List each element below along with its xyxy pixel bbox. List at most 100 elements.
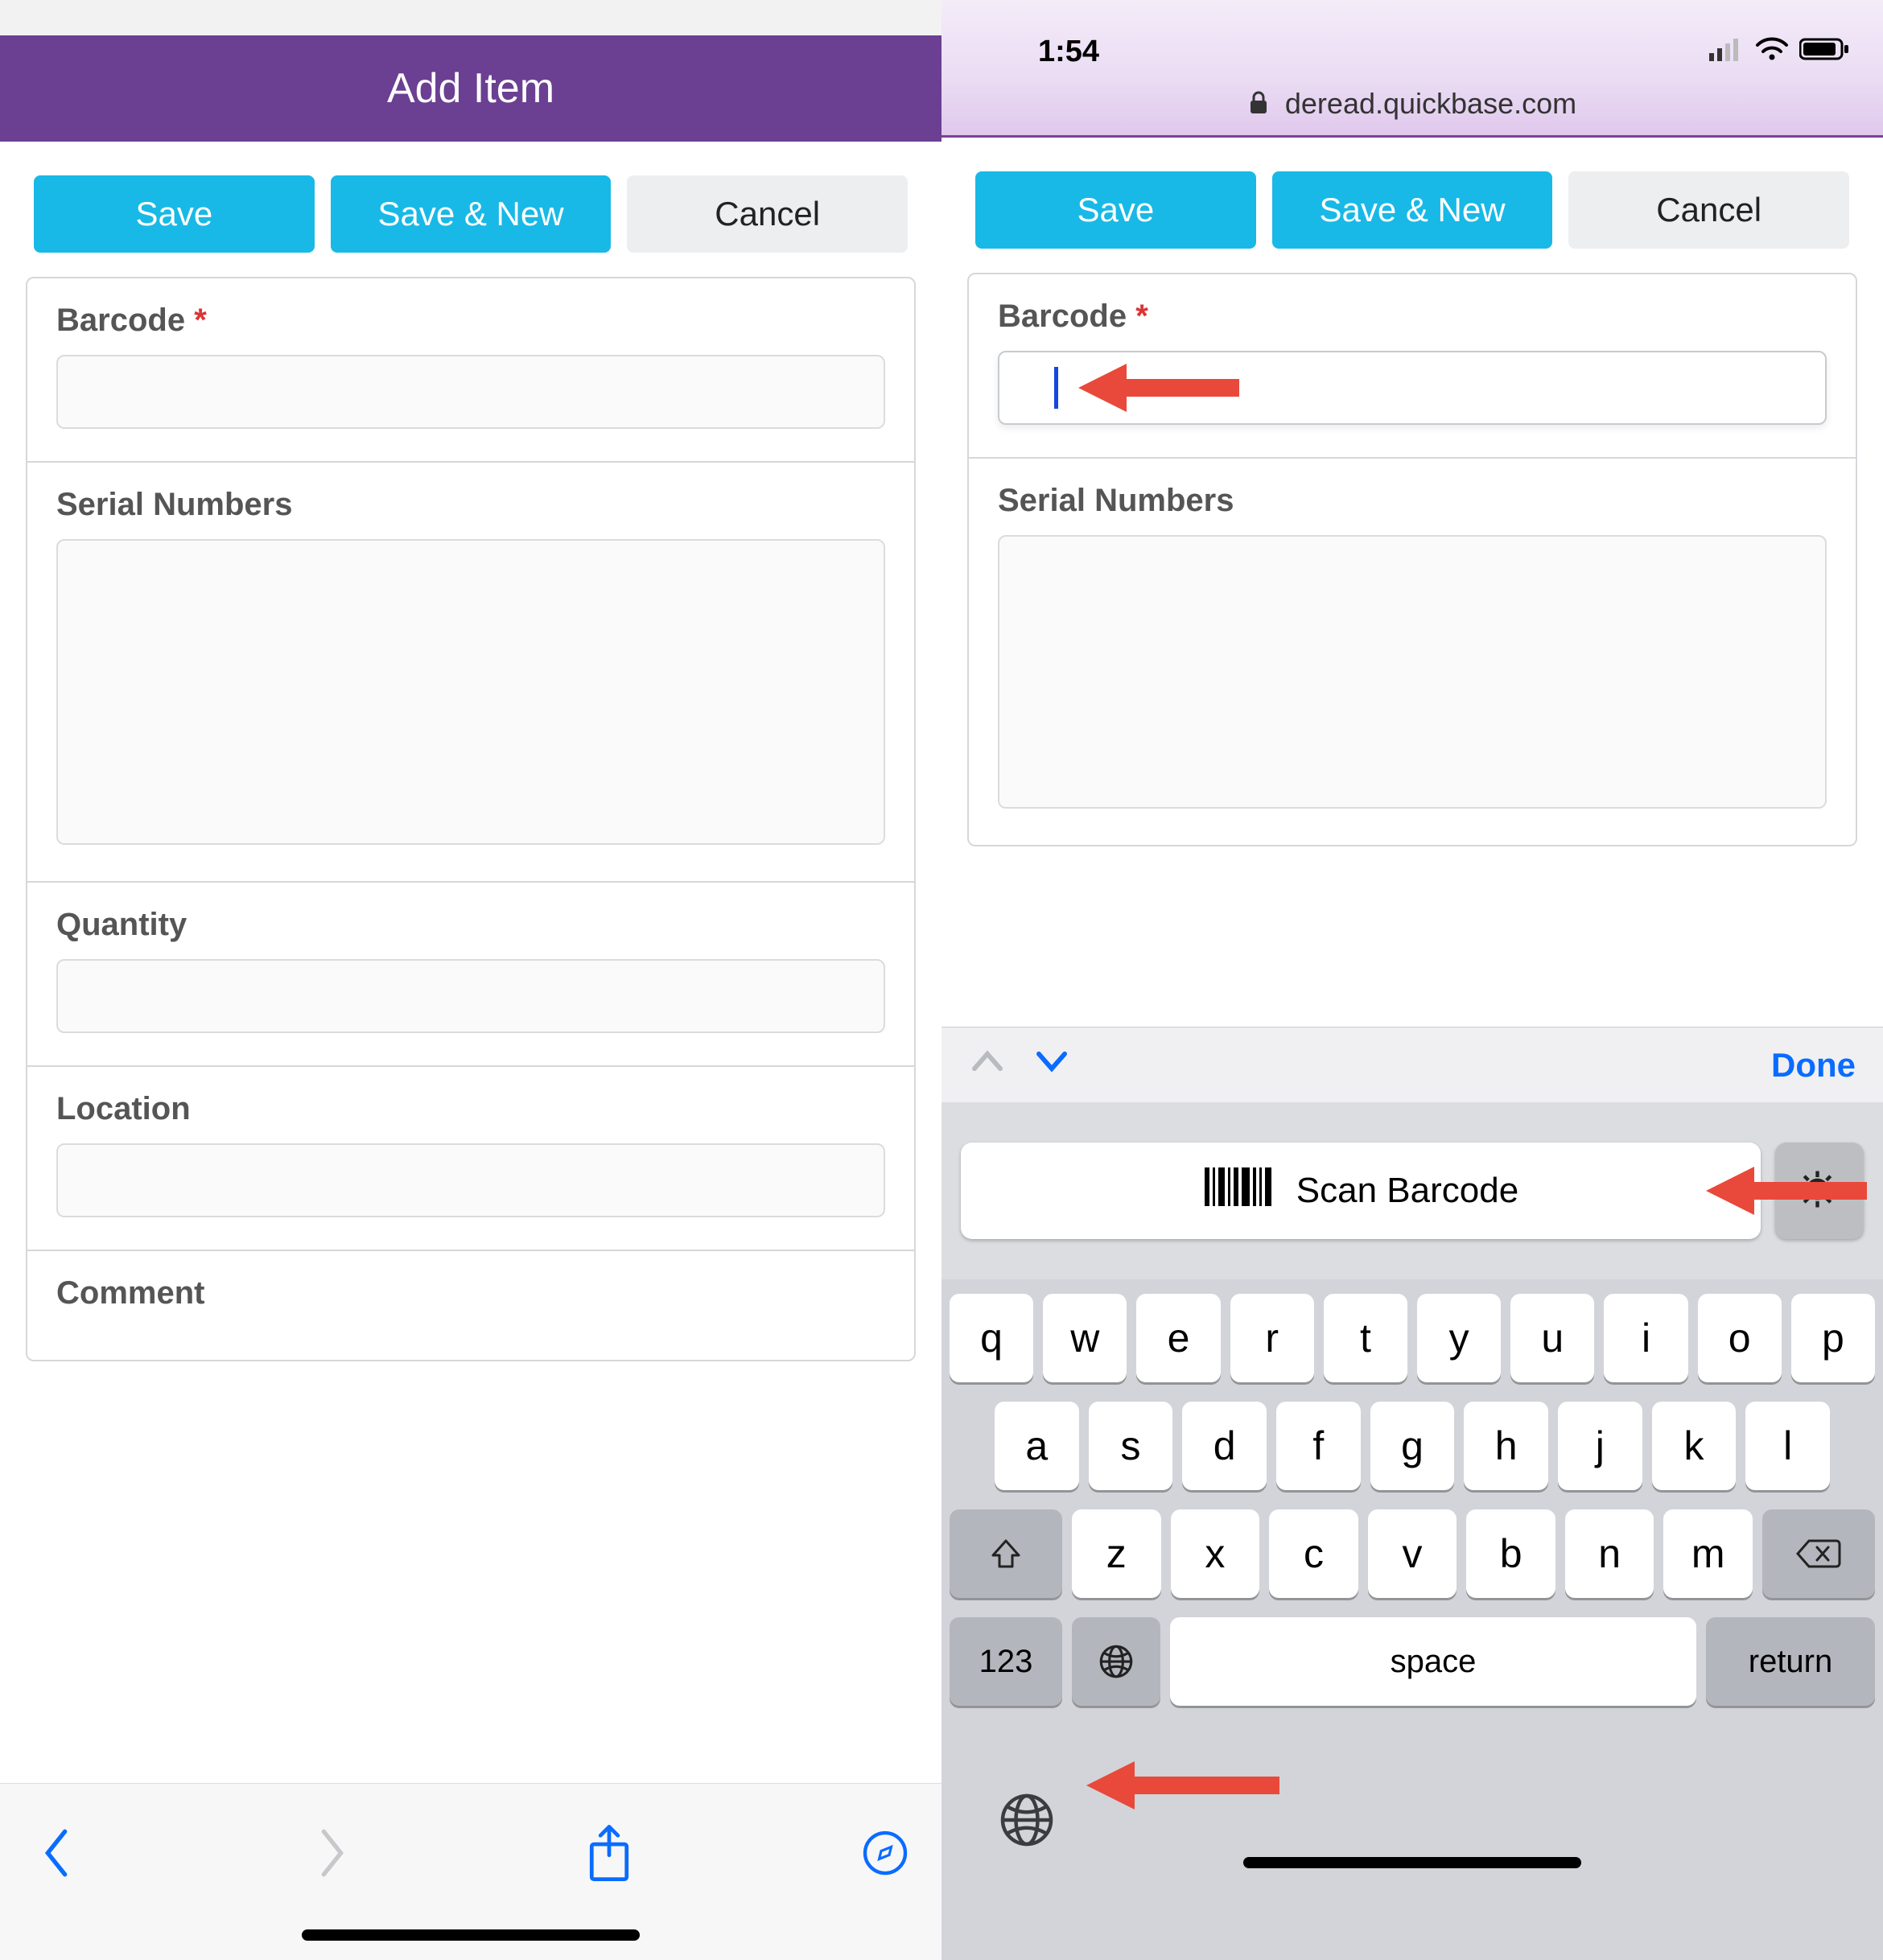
keyboard-row-2: asdfghjkl	[950, 1402, 1875, 1490]
battery-icon	[1799, 35, 1851, 69]
location-label: Location	[56, 1091, 885, 1127]
save-button[interactable]: Save	[975, 171, 1256, 249]
keyboard-row-1: qwertyuiop	[950, 1294, 1875, 1382]
barcode-label: Barcode *	[56, 303, 885, 339]
required-mark: *	[194, 303, 207, 338]
key-w[interactable]: w	[1043, 1294, 1127, 1382]
form-card: Barcode * Serial Numbers	[967, 273, 1857, 846]
key-r[interactable]: r	[1230, 1294, 1314, 1382]
page-url: deread.quickbase.com	[1285, 87, 1576, 120]
quantity-section: Quantity	[27, 883, 914, 1067]
location-input[interactable]	[56, 1143, 885, 1217]
comment-label: Comment	[56, 1275, 885, 1311]
mode-switch-key[interactable]: 123	[950, 1617, 1062, 1706]
barcode-section: Barcode *	[969, 274, 1856, 459]
key-c[interactable]: c	[1269, 1509, 1358, 1598]
status-time: 1:54	[1038, 35, 1099, 69]
lock-icon	[1248, 89, 1269, 122]
quantity-input[interactable]	[56, 959, 885, 1033]
form-card: Barcode * Serial Numbers Quantity Locati…	[26, 277, 916, 1361]
space-key[interactable]: space	[1170, 1617, 1696, 1706]
button-row: Save Save & New Cancel	[0, 142, 942, 277]
compass-icon[interactable]	[861, 1829, 909, 1877]
key-e[interactable]: e	[1136, 1294, 1220, 1382]
home-indicator	[302, 1929, 640, 1941]
page-title: Add Item	[387, 65, 554, 112]
annotation-arrow-globe	[1086, 1757, 1279, 1814]
url-bar[interactable]: deread.quickbase.com	[942, 80, 1883, 138]
screen-right: 1:54	[942, 0, 1883, 1960]
location-section: Location	[27, 1067, 914, 1251]
key-h[interactable]: h	[1464, 1402, 1548, 1490]
status-bar: 1:54	[942, 0, 1883, 80]
serial-numbers-section: Serial Numbers	[27, 463, 914, 883]
top-grey-strip	[0, 0, 942, 35]
save-and-new-button[interactable]: Save & New	[1272, 171, 1553, 249]
key-a[interactable]: a	[995, 1402, 1079, 1490]
keyboard-row-3: zxcvbnm	[950, 1509, 1875, 1598]
prev-field-icon[interactable]	[969, 1043, 1006, 1088]
annotation-arrow-scan	[1706, 1163, 1867, 1219]
key-u[interactable]: u	[1510, 1294, 1594, 1382]
key-k[interactable]: k	[1652, 1402, 1737, 1490]
button-row: Save Save & New Cancel	[942, 138, 1883, 273]
keyboard-bottom-bar	[950, 1725, 1875, 1886]
done-button[interactable]: Done	[1771, 1046, 1856, 1085]
key-q[interactable]: q	[950, 1294, 1033, 1382]
back-icon[interactable]	[32, 1829, 80, 1877]
backspace-key[interactable]	[1762, 1509, 1875, 1598]
serial-numbers-label: Serial Numbers	[998, 483, 1827, 519]
share-icon[interactable]	[585, 1829, 633, 1877]
wifi-icon	[1754, 35, 1790, 69]
key-o[interactable]: o	[1698, 1294, 1782, 1382]
globe-icon-large[interactable]	[998, 1791, 1056, 1853]
scan-barcode-label: Scan Barcode	[1296, 1171, 1518, 1211]
status-icons-group	[1709, 35, 1851, 69]
page-title-bar: Add Item	[0, 35, 942, 142]
signal-icon	[1709, 35, 1745, 69]
key-b[interactable]: b	[1466, 1509, 1555, 1598]
serial-numbers-section: Serial Numbers	[969, 459, 1856, 845]
key-f[interactable]: f	[1276, 1402, 1361, 1490]
barcode-label: Barcode *	[998, 299, 1827, 335]
save-and-new-button[interactable]: Save & New	[331, 175, 612, 253]
key-p[interactable]: p	[1791, 1294, 1875, 1382]
serial-numbers-input[interactable]	[56, 539, 885, 845]
next-field-icon[interactable]	[1033, 1043, 1070, 1088]
globe-key-small[interactable]	[1072, 1617, 1160, 1706]
key-s[interactable]: s	[1089, 1402, 1173, 1490]
save-button[interactable]: Save	[34, 175, 315, 253]
key-v[interactable]: v	[1368, 1509, 1457, 1598]
quantity-label: Quantity	[56, 907, 885, 943]
shift-key[interactable]	[950, 1509, 1062, 1598]
home-indicator	[1243, 1857, 1581, 1868]
key-i[interactable]: i	[1604, 1294, 1687, 1382]
keyboard: qwertyuiop asdfghjkl zxcvbnm 123	[942, 1279, 1883, 1960]
scan-barcode-row: Scan Barcode	[942, 1102, 1883, 1279]
key-n[interactable]: n	[1565, 1509, 1654, 1598]
text-caret	[1054, 367, 1058, 409]
serial-numbers-label: Serial Numbers	[56, 487, 885, 523]
cancel-button[interactable]: Cancel	[627, 175, 908, 253]
return-key[interactable]: return	[1706, 1617, 1875, 1706]
forward-icon[interactable]	[308, 1829, 356, 1877]
key-x[interactable]: x	[1171, 1509, 1260, 1598]
key-m[interactable]: m	[1663, 1509, 1753, 1598]
required-mark: *	[1135, 299, 1148, 334]
key-y[interactable]: y	[1417, 1294, 1501, 1382]
serial-numbers-input[interactable]	[998, 535, 1827, 809]
barcode-input[interactable]	[56, 355, 885, 429]
key-d[interactable]: d	[1182, 1402, 1267, 1490]
key-z[interactable]: z	[1072, 1509, 1161, 1598]
scan-barcode-button[interactable]: Scan Barcode	[961, 1143, 1761, 1239]
key-t[interactable]: t	[1324, 1294, 1407, 1382]
screen-left: Add Item Save Save & New Cancel Barcode …	[0, 0, 942, 1960]
keyboard-row-4: 123 space return	[950, 1617, 1875, 1706]
key-j[interactable]: j	[1558, 1402, 1642, 1490]
barcode-section: Barcode *	[27, 278, 914, 463]
key-l[interactable]: l	[1745, 1402, 1830, 1490]
comment-section: Comment	[27, 1251, 914, 1360]
annotation-arrow-barcode	[1078, 360, 1239, 416]
cancel-button[interactable]: Cancel	[1568, 171, 1849, 249]
key-g[interactable]: g	[1370, 1402, 1455, 1490]
